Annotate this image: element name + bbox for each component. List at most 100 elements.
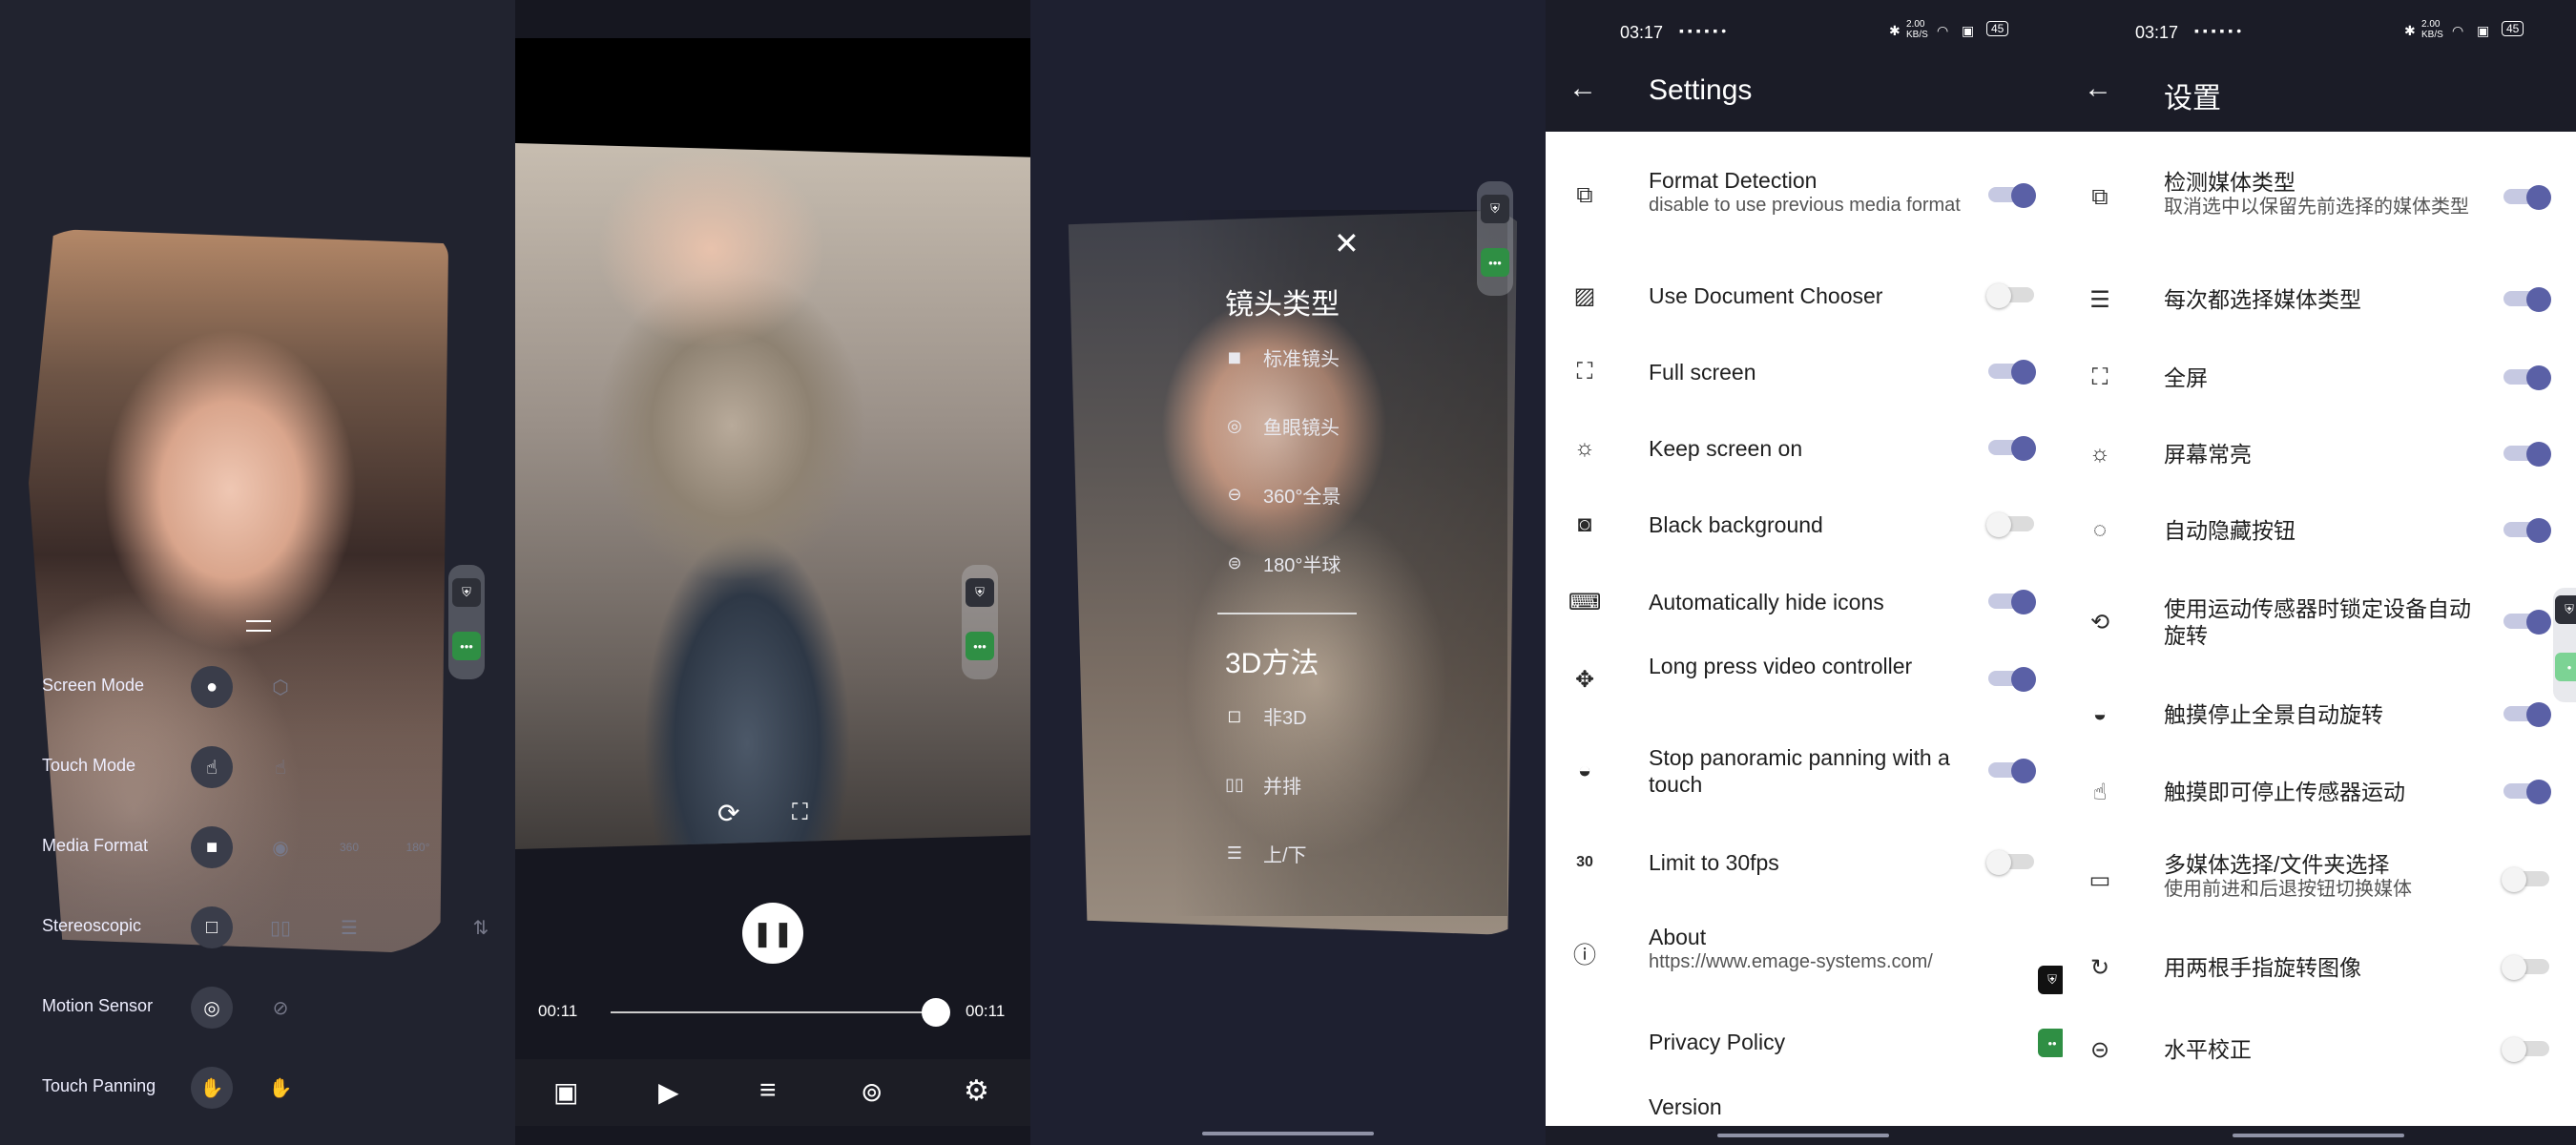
toggle-switch[interactable] bbox=[1986, 281, 2036, 308]
toggle-switch[interactable] bbox=[1986, 358, 2036, 385]
settings-row[interactable]: ⊝ 水平校正 bbox=[2061, 1010, 2576, 1090]
touch-rotate-off-icon[interactable]: ☝ bbox=[260, 746, 301, 788]
toggle-switch[interactable] bbox=[1986, 181, 2036, 208]
video-viewport[interactable] bbox=[515, 143, 1030, 849]
pause-button[interactable]: ❚❚ bbox=[742, 903, 803, 964]
more-icon[interactable]: •• bbox=[2038, 1029, 2063, 1057]
screen-cube-icon[interactable]: ⬡ bbox=[260, 666, 301, 708]
settings-row[interactable]: ◙ Black background bbox=[1546, 487, 2061, 563]
square-white-icon[interactable]: □ bbox=[191, 906, 233, 948]
top-bottom-icon[interactable]: ☰ bbox=[328, 906, 370, 948]
vr-mode-icon[interactable]: ⛨ bbox=[1481, 195, 1509, 223]
toggle-switch[interactable] bbox=[2502, 865, 2551, 892]
settings-row-title: Use Document Chooser bbox=[1649, 283, 1883, 308]
toggle-switch[interactable] bbox=[2502, 440, 2551, 467]
touch-pan-off-icon[interactable]: ✋ bbox=[260, 1067, 301, 1109]
settings-row[interactable]: ✥ Long press video controller bbox=[1546, 641, 2061, 718]
toggle-switch[interactable] bbox=[2502, 516, 2551, 543]
vr-headset-icon[interactable]: ⊚ bbox=[861, 1076, 883, 1108]
format-180-icon[interactable]: 180° bbox=[397, 826, 439, 868]
settings-gear-icon[interactable]: ⚙ bbox=[964, 1074, 989, 1108]
video-icon[interactable]: ▶ bbox=[658, 1076, 679, 1108]
vr-mode-icon[interactable]: ⛨ bbox=[2555, 595, 2576, 624]
settings-row[interactable]: ⓘ About https://www.emage-systems.com/ bbox=[1546, 905, 2061, 1000]
swap-icon[interactable]: ⇅ bbox=[464, 906, 498, 948]
toggle-switch[interactable] bbox=[2502, 183, 2551, 210]
square-icon[interactable]: ■ bbox=[191, 826, 233, 868]
touch-rotate-icon[interactable]: ☝ bbox=[191, 746, 233, 788]
touch-pan-icon[interactable]: ✋ bbox=[191, 1067, 233, 1109]
settings-row[interactable]: ⧉ Format Detection disable to use previous… bbox=[1546, 143, 2061, 248]
more-icon[interactable]: • bbox=[2555, 653, 2576, 681]
settings-row[interactable]: ▭ 多媒体选择/文件夹选择 使用前进和后退按钮切换媒体 bbox=[2061, 830, 2576, 929]
sliders-icon[interactable]: ≡ bbox=[759, 1074, 777, 1107]
toggle-switch[interactable] bbox=[2502, 778, 2551, 804]
settings-row[interactable]: ☝ 触摸即可停止传感器运动 bbox=[2061, 754, 2576, 830]
back-arrow-icon[interactable]: ← bbox=[2084, 73, 2112, 105]
more-icon[interactable]: ••• bbox=[1481, 248, 1509, 277]
format-360-icon[interactable]: 360 bbox=[328, 826, 370, 868]
toggle-switch[interactable] bbox=[2502, 953, 2551, 980]
lens-option-fisheye[interactable]: ◎ 鱼眼镜头 bbox=[1221, 412, 1340, 440]
drag-handle-icon[interactable] bbox=[246, 620, 271, 632]
net-speed-value: 2.00 bbox=[1906, 19, 1925, 30]
toggle-switch[interactable] bbox=[2502, 700, 2551, 727]
settings-row[interactable]: ▨ Use Document Chooser bbox=[1546, 258, 2061, 334]
motion-sensor-off-icon[interactable]: ⊘ bbox=[260, 987, 301, 1029]
stereo-option-tb[interactable]: ☰ 上/下 bbox=[1221, 840, 1307, 867]
settings-row[interactable]: ⟲ 使用运动传感器时锁定设备自动旋转 bbox=[2061, 569, 2576, 676]
image-icon[interactable]: ▣ bbox=[553, 1076, 578, 1108]
lens-option-360[interactable]: ⊖ 360°全景 bbox=[1221, 481, 1340, 509]
toggle-switch[interactable] bbox=[2502, 285, 2551, 312]
screen-flat-icon[interactable]: ● bbox=[191, 666, 233, 708]
more-icon[interactable]: ••• bbox=[452, 632, 481, 660]
stereoscopic-label: Stereoscopic bbox=[42, 916, 142, 935]
close-icon[interactable]: ✕ bbox=[1334, 225, 1360, 261]
rotate-icon[interactable]: ⟳ bbox=[717, 798, 739, 829]
toggle-switch[interactable] bbox=[1986, 510, 2036, 537]
circle-icon[interactable]: ◉ bbox=[260, 826, 301, 868]
vr-mode-icon[interactable]: ⛨ bbox=[2038, 966, 2063, 994]
toggle-switch[interactable] bbox=[1986, 665, 2036, 692]
back-arrow-icon[interactable]: ← bbox=[1568, 73, 1597, 105]
settings-row[interactable]: ◒ 触摸停止全景自动旋转 bbox=[2061, 676, 2576, 754]
side-by-side-icon[interactable]: ▯▯ bbox=[260, 906, 301, 948]
settings-row[interactable]: ☼ 屏幕常亮 bbox=[2061, 416, 2576, 492]
toggle-switch[interactable] bbox=[2502, 1035, 2551, 1062]
toggle-thumb bbox=[2526, 287, 2551, 312]
settings-row-title: 用两根手指旋转图像 bbox=[2164, 955, 2361, 980]
toggle-switch[interactable] bbox=[1986, 434, 2036, 461]
stereo-option-non3d[interactable]: ◻ 非3D bbox=[1221, 702, 1307, 730]
toggle-switch[interactable] bbox=[1986, 588, 2036, 614]
vr-mode-icon[interactable]: ⛨ bbox=[452, 578, 481, 607]
seek-bar[interactable] bbox=[611, 998, 950, 1027]
settings-row[interactable]: ☰ 每次都选择媒体类型 bbox=[2061, 261, 2576, 338]
settings-row[interactable]: ⛶ 全屏 bbox=[2061, 340, 2576, 416]
settings-row[interactable]: Privacy Policy bbox=[1546, 1004, 2061, 1080]
stereo-option-sbs[interactable]: ▯▯ 并排 bbox=[1221, 771, 1301, 799]
toggle-switch[interactable] bbox=[2502, 364, 2551, 390]
settings-row-title: Full screen bbox=[1649, 360, 1756, 385]
motion-sensor-icon[interactable]: ◎ bbox=[191, 987, 233, 1029]
settings-row[interactable]: ⧉ 检测媒体类型 取消选中以保留先前选择的媒体类型 bbox=[2061, 143, 2576, 252]
nav-bar bbox=[1546, 1126, 2061, 1145]
seek-thumb[interactable] bbox=[922, 998, 950, 1027]
settings-row[interactable]: ☼ Keep screen on bbox=[1546, 410, 2061, 487]
vr-mode-icon[interactable]: ⛨ bbox=[966, 578, 994, 607]
lens-option-180[interactable]: ⊜ 180°半球 bbox=[1221, 550, 1340, 577]
settings-row[interactable]: ⛶ Full screen bbox=[1546, 334, 2061, 410]
settings-row[interactable]: ◌ 自动隐藏按钮 bbox=[2061, 492, 2576, 569]
app-bar: 03:17 ▪ ▪ ▪ ▪ ▪ • ✱ 2.00 KB/S ◠ ▣ 45 ← 设置 bbox=[2061, 0, 2576, 132]
net-speed: 2.00 KB/S bbox=[1906, 19, 1928, 40]
settings-row[interactable]: ⌨ Automatically hide icons bbox=[1546, 563, 2061, 641]
settings-row[interactable]: ◒ Stop panoramic panning with a touch bbox=[1546, 721, 2061, 821]
toggle-switch[interactable] bbox=[2502, 608, 2551, 635]
toggle-switch[interactable] bbox=[1986, 848, 2036, 875]
toggle-switch[interactable] bbox=[1986, 757, 2036, 783]
settings-row[interactable]: 30 Limit to 30fps bbox=[1546, 824, 2061, 901]
more-icon[interactable]: ••• bbox=[966, 632, 994, 660]
screenshot-icon[interactable]: ⛶ bbox=[792, 800, 808, 826]
floating-controls: ⛨ •• bbox=[2036, 966, 2063, 1080]
lens-option-standard[interactable]: ◼ 标准镜头 bbox=[1221, 344, 1340, 371]
settings-row[interactable]: ↻ 用两根手指旋转图像 bbox=[2061, 929, 2576, 1006]
